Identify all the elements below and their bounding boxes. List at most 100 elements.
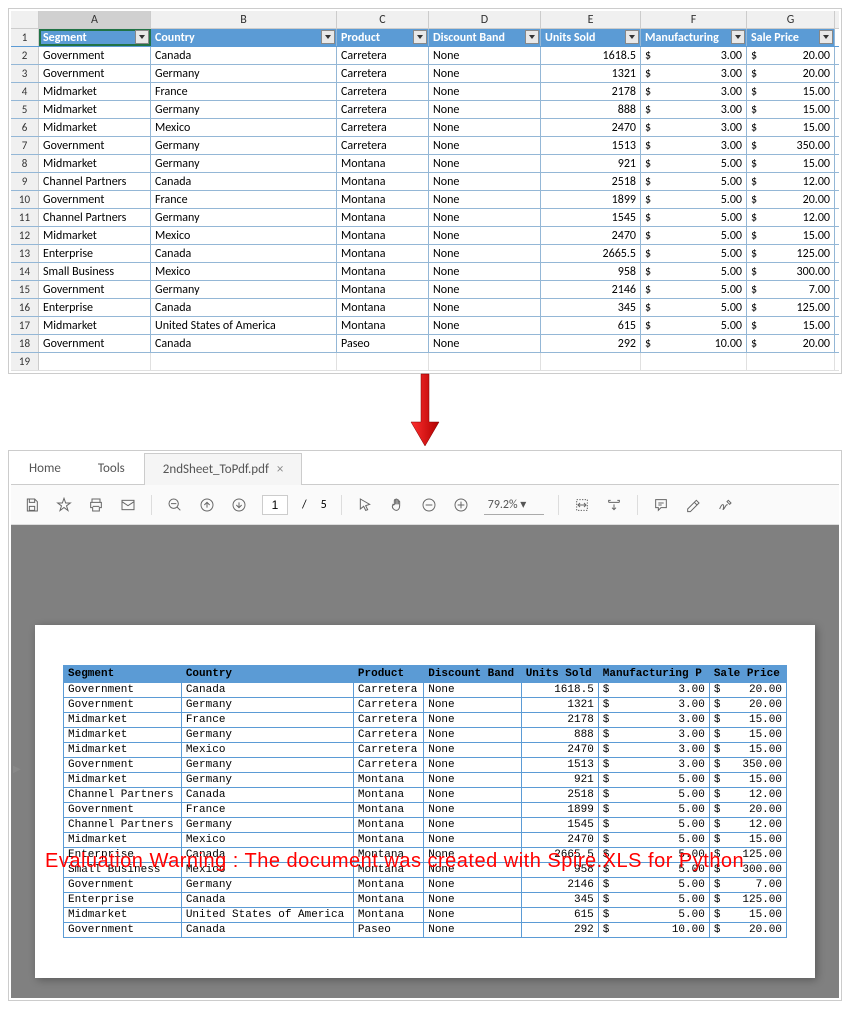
filter-dropdown-icon[interactable] <box>135 30 149 44</box>
cell[interactable]: Midmarket <box>39 101 151 118</box>
cell[interactable]: None <box>429 47 541 64</box>
tab-close-icon[interactable]: × <box>277 462 283 477</box>
row-header[interactable]: 7 <box>11 137 39 154</box>
cell[interactable]: Carretera <box>337 137 429 154</box>
cell[interactable]: $125.00 <box>747 299 835 316</box>
cell[interactable]: $3.00 <box>641 47 747 64</box>
cell[interactable]: 615 <box>541 317 641 334</box>
panel-expand-icon[interactable]: ▶ <box>13 762 21 775</box>
cell[interactable]: None <box>429 83 541 100</box>
cell[interactable] <box>429 353 541 370</box>
cell[interactable] <box>641 353 747 370</box>
cell[interactable]: 921 <box>541 155 641 172</box>
row-header[interactable]: 1 <box>11 29 39 46</box>
cell[interactable]: Channel Partners <box>39 173 151 190</box>
tab-tools[interactable]: Tools <box>80 453 144 484</box>
cell[interactable]: $5.00 <box>641 209 747 226</box>
cell[interactable]: None <box>429 263 541 280</box>
col-header-E[interactable]: E <box>541 11 641 28</box>
cell[interactable]: Germany <box>151 137 337 154</box>
cell[interactable]: $20.00 <box>747 47 835 64</box>
cell[interactable]: 2470 <box>541 227 641 244</box>
col-header-F[interactable]: F <box>641 11 747 28</box>
cell[interactable]: None <box>429 299 541 316</box>
cell[interactable]: United States of America <box>151 317 337 334</box>
filter-dropdown-icon[interactable] <box>525 30 539 44</box>
cell[interactable]: Germany <box>151 209 337 226</box>
cell[interactable]: $15.00 <box>747 101 835 118</box>
header-cell[interactable]: Discount Band <box>429 29 541 46</box>
cell[interactable]: Government <box>39 281 151 298</box>
cell[interactable]: $15.00 <box>747 119 835 136</box>
cell[interactable]: Canada <box>151 47 337 64</box>
row-header[interactable]: 12 <box>11 227 39 244</box>
hand-icon[interactable] <box>388 496 406 514</box>
cell[interactable]: $125.00 <box>747 245 835 262</box>
cell[interactable]: None <box>429 227 541 244</box>
filter-dropdown-icon[interactable] <box>819 30 833 44</box>
cell[interactable]: Government <box>39 47 151 64</box>
cell[interactable]: $5.00 <box>641 155 747 172</box>
col-header-D[interactable]: D <box>429 11 541 28</box>
cell[interactable]: $5.00 <box>641 281 747 298</box>
page-up-icon[interactable] <box>198 496 216 514</box>
cell[interactable]: Government <box>39 335 151 352</box>
cell[interactable]: $5.00 <box>641 263 747 280</box>
cell[interactable]: $3.00 <box>641 65 747 82</box>
cell[interactable]: 2518 <box>541 173 641 190</box>
filter-dropdown-icon[interactable] <box>413 30 427 44</box>
cell[interactable]: 888 <box>541 101 641 118</box>
save-icon[interactable] <box>23 496 41 514</box>
cell[interactable]: $20.00 <box>747 335 835 352</box>
cell[interactable]: $5.00 <box>641 191 747 208</box>
cell[interactable]: Midmarket <box>39 227 151 244</box>
cell[interactable] <box>39 353 151 370</box>
sign-icon[interactable] <box>716 496 734 514</box>
row-header[interactable]: 6 <box>11 119 39 136</box>
cell[interactable]: $12.00 <box>747 209 835 226</box>
cell[interactable]: Canada <box>151 299 337 316</box>
cell[interactable]: Paseo <box>337 335 429 352</box>
star-icon[interactable] <box>55 496 73 514</box>
cell[interactable]: Montana <box>337 155 429 172</box>
row-header[interactable]: 2 <box>11 47 39 64</box>
cell[interactable]: $350.00 <box>747 137 835 154</box>
cell[interactable]: 1513 <box>541 137 641 154</box>
comment-icon[interactable] <box>652 496 670 514</box>
header-cell[interactable]: Sale Price <box>747 29 835 46</box>
cell[interactable]: None <box>429 173 541 190</box>
row-header[interactable]: 13 <box>11 245 39 262</box>
cell[interactable]: $7.00 <box>747 281 835 298</box>
cell[interactable]: Carretera <box>337 47 429 64</box>
tab-home[interactable]: Home <box>11 453 80 484</box>
cell[interactable]: None <box>429 335 541 352</box>
cell[interactable]: 2146 <box>541 281 641 298</box>
cell[interactable]: Enterprise <box>39 245 151 262</box>
fit-page-icon[interactable] <box>605 496 623 514</box>
header-cell[interactable]: Country <box>151 29 337 46</box>
cell[interactable]: France <box>151 83 337 100</box>
cell[interactable]: 1618.5 <box>541 47 641 64</box>
cell[interactable]: None <box>429 245 541 262</box>
zoom-select[interactable]: 79.2% ▾ <box>484 495 545 515</box>
cell[interactable]: $3.00 <box>641 83 747 100</box>
cell[interactable]: Montana <box>337 281 429 298</box>
cell[interactable]: 345 <box>541 299 641 316</box>
email-icon[interactable] <box>119 496 137 514</box>
cell[interactable]: $5.00 <box>641 227 747 244</box>
cell[interactable]: Germany <box>151 155 337 172</box>
header-cell[interactable]: Product <box>337 29 429 46</box>
col-header-G[interactable]: G <box>747 11 835 28</box>
cell[interactable]: $3.00 <box>641 119 747 136</box>
cell[interactable]: $20.00 <box>747 65 835 82</box>
cell[interactable]: 958 <box>541 263 641 280</box>
row-header[interactable]: 4 <box>11 83 39 100</box>
cell[interactable]: $5.00 <box>641 299 747 316</box>
cell[interactable] <box>151 353 337 370</box>
cell[interactable]: $3.00 <box>641 137 747 154</box>
cell[interactable]: Enterprise <box>39 299 151 316</box>
cell[interactable]: $15.00 <box>747 227 835 244</box>
row-header[interactable]: 17 <box>11 317 39 334</box>
cell[interactable]: 1545 <box>541 209 641 226</box>
cell[interactable]: Midmarket <box>39 83 151 100</box>
